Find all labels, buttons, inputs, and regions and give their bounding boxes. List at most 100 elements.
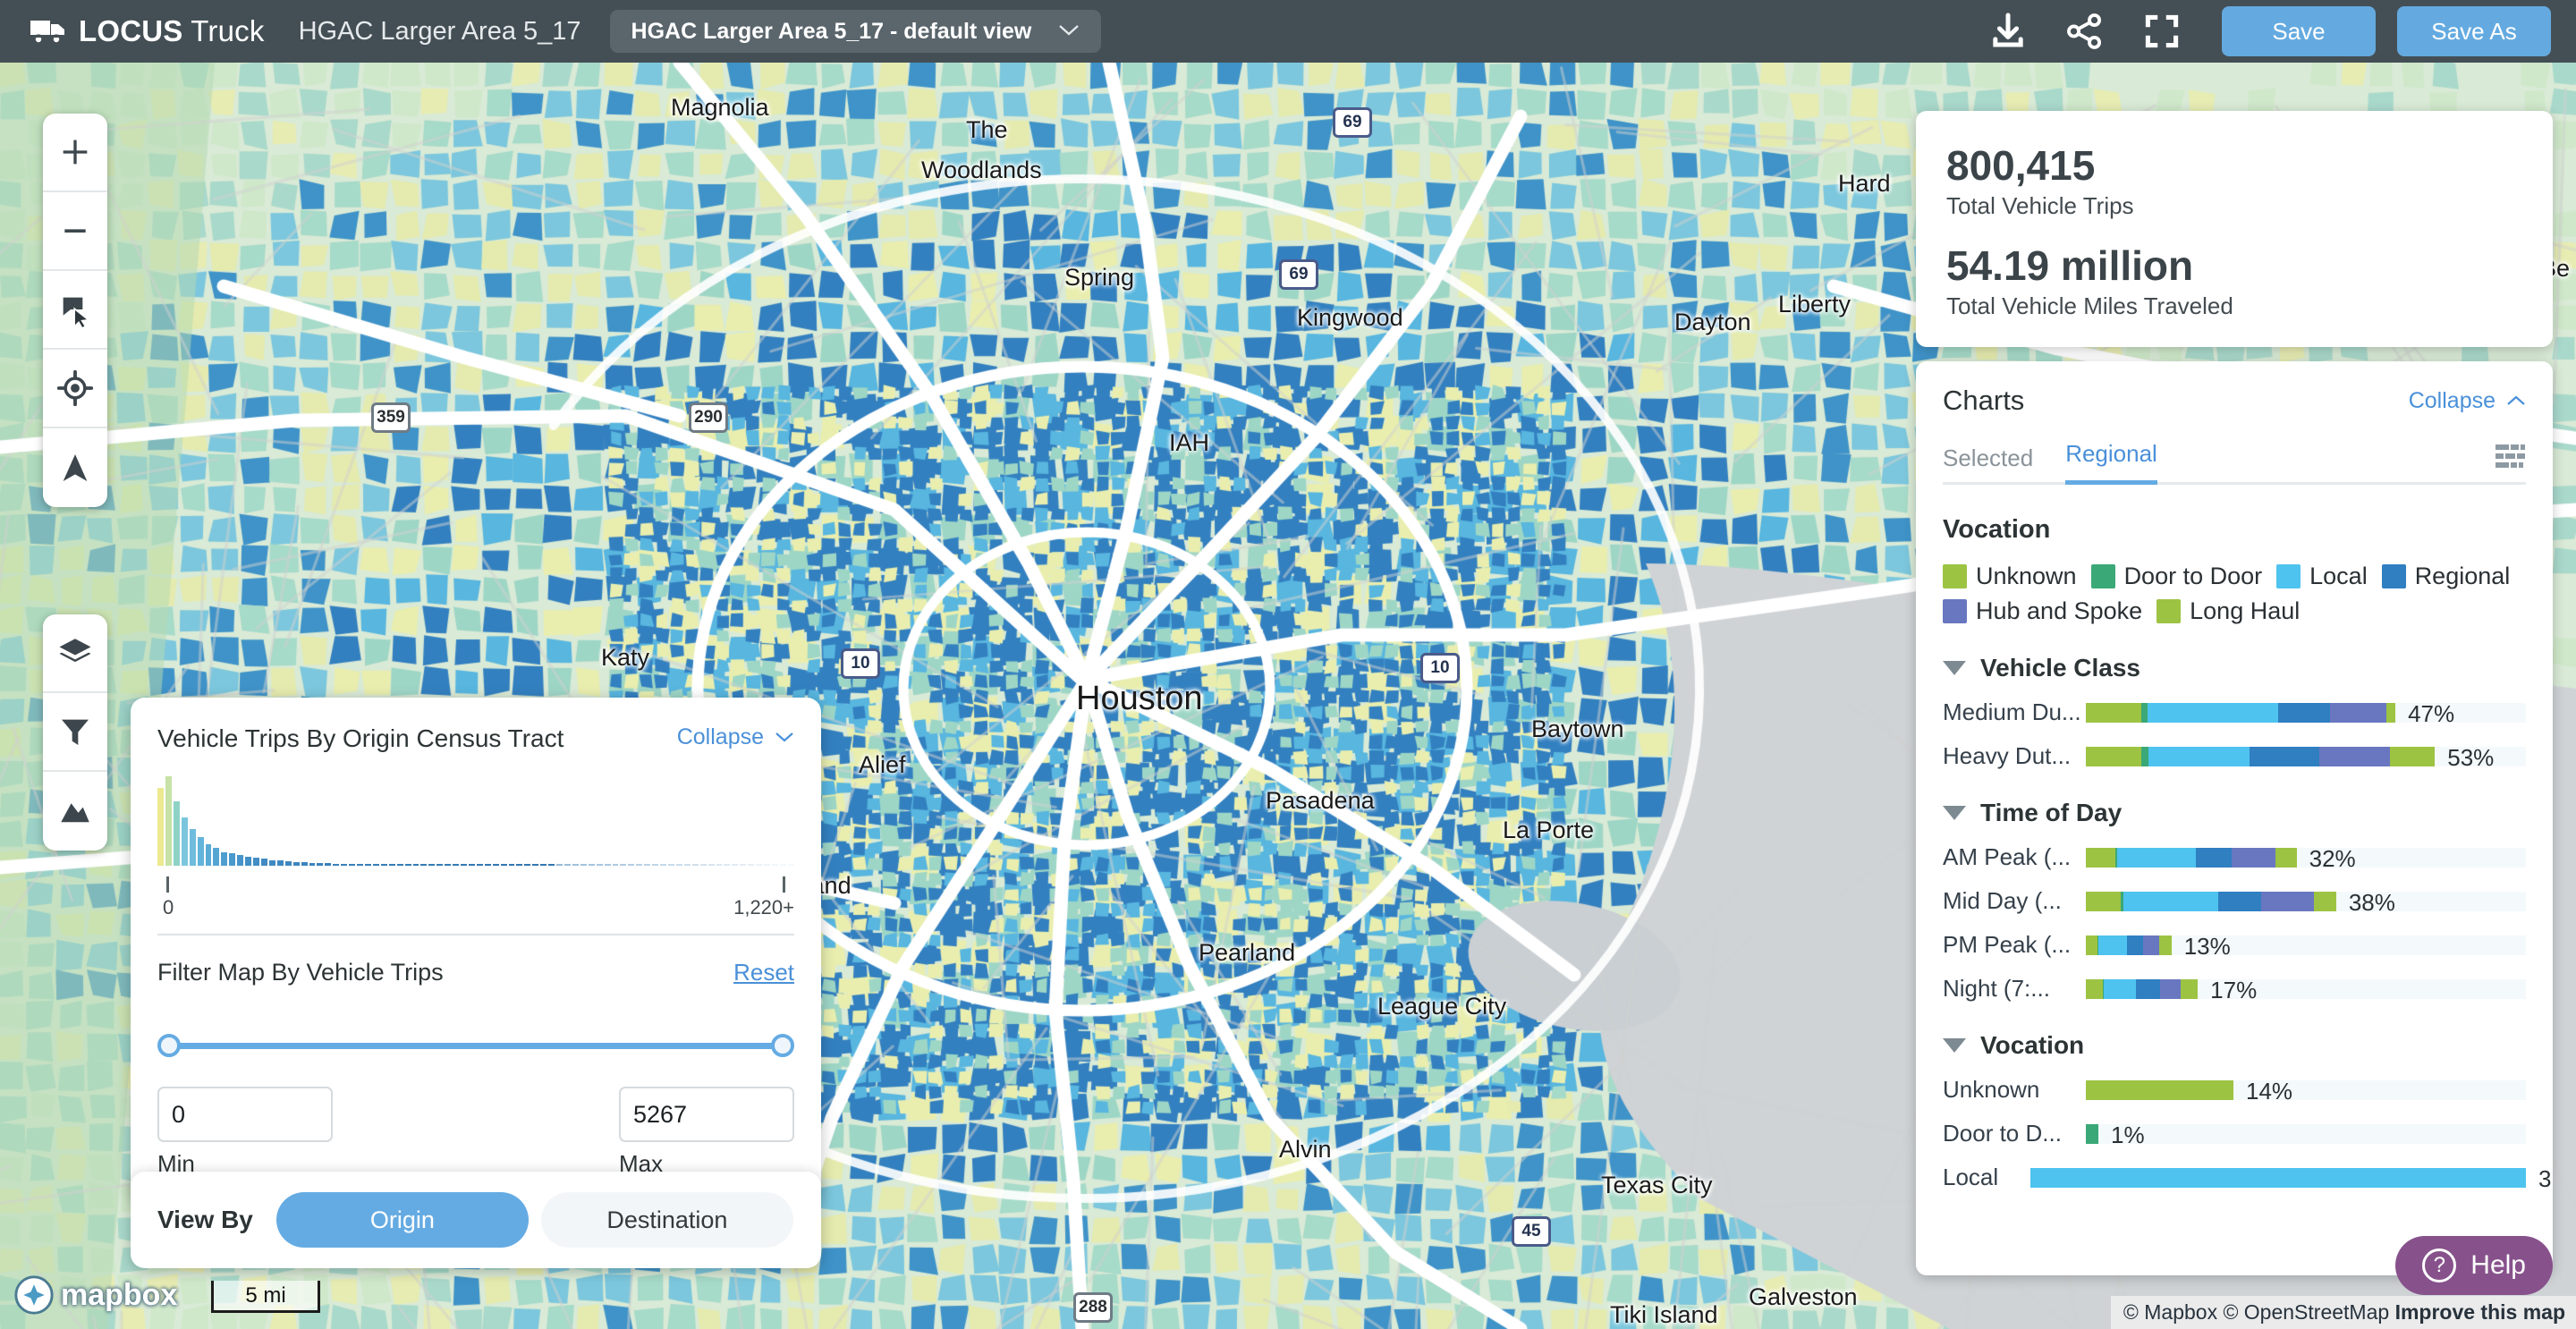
route-shield: 10 [841, 648, 880, 679]
histogram-bar [412, 864, 419, 866]
chart-bar-segment [2117, 847, 2196, 868]
charts-tabs[interactable]: Selected Regional [1943, 440, 2526, 485]
chart-bar-row[interactable]: AM Peak (... 32% [1943, 843, 2526, 872]
chart-bar-value: 32% [2309, 844, 2356, 872]
chevron-down-icon[interactable] [1943, 661, 1966, 675]
histogram-bar [173, 801, 180, 866]
tab-regional[interactable]: Regional [2065, 440, 2157, 485]
save-button[interactable]: Save [2222, 6, 2376, 56]
route-shield: 288 [1073, 1292, 1113, 1323]
charts-collapse-label: Collapse [2408, 387, 2496, 413]
basemap-icon[interactable] [43, 772, 107, 851]
chart-bar-row[interactable]: Medium Du... 47% [1943, 698, 2526, 727]
histogram-bar [556, 864, 564, 866]
chart-bar-row[interactable]: Unknown 14% [1943, 1076, 2526, 1105]
histogram-bar [436, 864, 444, 866]
chart-bar-row[interactable]: Local 3 [1943, 1164, 2551, 1192]
chart-bar-row[interactable]: Night (7:... 17% [1943, 975, 2526, 1003]
map-layer-toolbar[interactable] [43, 614, 107, 851]
map-zoom-toolbar[interactable] [43, 114, 107, 507]
legend-item[interactable]: Door to Door [2090, 563, 2262, 590]
mapbox-logo-text: mapbox [61, 1277, 178, 1312]
chart-bar-row[interactable]: Mid Day (... 38% [1943, 887, 2526, 916]
zoom-in-icon[interactable] [43, 114, 107, 192]
legend-item[interactable]: Hub and Spoke [1943, 597, 2142, 625]
min-field-group: Min [157, 1087, 333, 1178]
histogram-bar [453, 864, 460, 866]
chart-bar-label: Night (7:... [1943, 975, 2050, 1002]
locate-icon[interactable] [43, 350, 107, 428]
box-select-icon[interactable] [43, 271, 107, 350]
zoom-out-icon[interactable] [43, 192, 107, 271]
slider-track[interactable] [165, 1043, 787, 1049]
view-selector-dropdown[interactable]: HGAC Larger Area 5_17 - default view [609, 10, 1102, 53]
chart-bar-track: 32% [2086, 845, 2526, 872]
slider-handle-min[interactable] [157, 1034, 181, 1057]
attribution-text: © Mapbox © OpenStreetMap [2123, 1300, 2390, 1324]
histogram-bar [724, 864, 731, 866]
chart-bar-segment [2086, 1079, 2233, 1100]
chart-bar-track: 1% [2086, 1122, 2526, 1148]
legend-item[interactable]: Local [2276, 563, 2368, 590]
route-shield: 45 [1512, 1216, 1551, 1247]
histogram-bar [612, 864, 619, 866]
histogram-bar [213, 847, 220, 866]
histogram-bar [372, 864, 379, 866]
mapbox-logo[interactable]: mapbox [14, 1275, 177, 1315]
histogram-bar [189, 828, 196, 866]
chart-bar-track: 13% [2086, 933, 2526, 960]
chart-bar-segment [2218, 891, 2261, 911]
legend-item[interactable]: Unknown [1943, 563, 2077, 590]
histogram-bar [699, 864, 707, 866]
min-input[interactable] [157, 1087, 333, 1142]
chart-bar-label: Mid Day (... [1943, 887, 2062, 914]
table-view-icon[interactable] [2496, 444, 2526, 485]
chevron-down-icon[interactable] [1943, 806, 1966, 820]
download-icon[interactable] [1970, 0, 2046, 63]
charts-collapse-button[interactable]: Collapse [2409, 388, 2526, 414]
share-icon[interactable] [2046, 0, 2123, 63]
fullscreen-icon[interactable] [2123, 0, 2200, 63]
max-input[interactable] [619, 1087, 794, 1142]
histogram-bar [221, 851, 228, 866]
summary-stats-card: 800,415 Total Vehicle Trips 54.19 millio… [1916, 111, 2553, 347]
tab-selected[interactable]: Selected [1943, 444, 2033, 485]
save-as-button[interactable]: Save As [2397, 6, 2551, 56]
chart-bar-value: 53% [2447, 743, 2495, 771]
chart-bar-row[interactable]: PM Peak (... 13% [1943, 931, 2526, 960]
histogram-bar [404, 864, 411, 866]
chevron-up-icon [2507, 395, 2525, 405]
histogram-bar [181, 817, 188, 866]
chart-bar-track: 38% [2086, 889, 2526, 916]
histogram-collapse-button[interactable]: Collapse [677, 724, 794, 750]
histogram-card-header: Vehicle Trips By Origin Census Tract Col… [157, 724, 794, 753]
filter-icon[interactable] [43, 693, 107, 772]
brand-text: LOCUS Truck [79, 14, 265, 48]
chart-bar-row[interactable]: Door to D... 1% [1943, 1120, 2526, 1148]
trips-range-slider[interactable] [157, 1028, 794, 1063]
view-by-toggle[interactable]: Origin Destination [275, 1192, 793, 1248]
compass-icon[interactable] [43, 428, 107, 507]
legend-item[interactable]: Regional [2381, 563, 2510, 590]
reset-filter-button[interactable]: Reset [733, 959, 794, 986]
route-shield: 10 [1420, 653, 1460, 683]
view-by-option-destination[interactable]: Destination [540, 1192, 793, 1248]
filter-title: Filter Map By Vehicle Trips [157, 959, 444, 986]
help-button[interactable]: ? Help [2395, 1236, 2553, 1295]
improve-map-link[interactable]: Improve this map [2395, 1300, 2565, 1324]
vocation-legend: Unknown Door to Door Local Regional Hub and … [1943, 563, 2526, 625]
slider-handle-max[interactable] [771, 1034, 794, 1057]
histogram-bar [349, 864, 356, 866]
chart-bar-segment [2260, 891, 2314, 911]
chevron-down-icon[interactable] [1943, 1038, 1966, 1053]
chart-bar-row[interactable]: Heavy Dut... 53% [1943, 742, 2526, 771]
layers-icon[interactable] [43, 614, 107, 693]
histogram-bar [588, 864, 595, 866]
histogram-bar [292, 861, 300, 866]
histogram-bar [548, 864, 555, 866]
chart-bar-segment [2030, 1167, 2526, 1188]
histogram-bar [596, 864, 603, 866]
map-attribution[interactable]: © Mapbox © OpenStreetMap Improve this ma… [2110, 1296, 2576, 1329]
view-by-option-origin[interactable]: Origin [275, 1192, 529, 1248]
legend-item[interactable]: Long Haul [2157, 597, 2300, 625]
